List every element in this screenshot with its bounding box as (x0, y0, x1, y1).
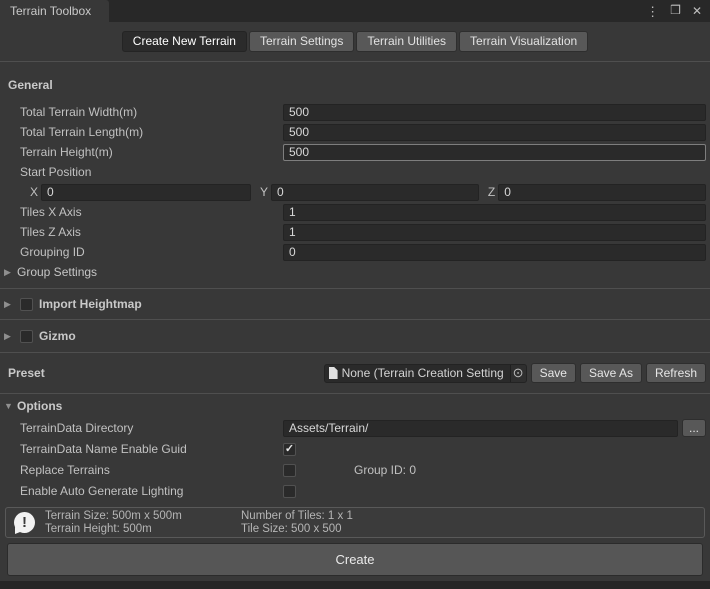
tiles-z-axis-input[interactable] (283, 224, 706, 241)
mode-toolbar: Create New Terrain Terrain Settings Terr… (0, 22, 710, 61)
import-heightmap-checkbox[interactable] (20, 298, 33, 311)
title-bar: Terrain Toolbox ⋮ ❒ ✕ (0, 0, 710, 22)
gizmo-section[interactable]: ▶ Gizmo (0, 320, 710, 352)
terraindata-directory-input[interactable] (283, 420, 678, 437)
terraindata-name-guid-label: TerrainData Name Enable Guid (20, 442, 283, 456)
group-settings-label: Group Settings (17, 265, 97, 279)
axis-y-label: Y (260, 185, 268, 199)
tile-size-text: Tile Size: 500 x 500 (241, 523, 353, 536)
terrain-info-col1: Terrain Size: 500m x 500m Terrain Height… (45, 510, 241, 536)
total-terrain-width-row: Total Terrain Width(m) (0, 102, 710, 122)
maximize-icon[interactable]: ❒ (670, 4, 681, 16)
chevron-right-icon: ▶ (4, 267, 17, 278)
axis-x-label: X (30, 185, 38, 199)
preset-row: Preset None (Terrain Creation Setting ⊙ … (0, 353, 710, 393)
tab-terrain-visualization[interactable]: Terrain Visualization (459, 31, 588, 52)
chevron-right-icon[interactable]: ▶ (4, 299, 17, 310)
tab-terrain-settings[interactable]: Terrain Settings (249, 31, 354, 52)
start-position-x-input[interactable] (41, 184, 251, 201)
replace-terrains-label: Replace Terrains (20, 463, 283, 477)
start-position-z-input[interactable] (498, 184, 706, 201)
replace-terrains-row: Replace Terrains Group ID: 0 (0, 460, 710, 480)
import-heightmap-section[interactable]: ▶ Import Heightmap (0, 289, 710, 319)
terraindata-name-guid-row: TerrainData Name Enable Guid ✓ (0, 439, 710, 459)
create-button[interactable]: Create (7, 543, 703, 576)
total-terrain-length-label: Total Terrain Length(m) (20, 125, 283, 139)
terrain-height-input[interactable] (283, 144, 706, 161)
terrain-info-col2: Number of Tiles: 1 x 1 Tile Size: 500 x … (241, 510, 353, 536)
terrain-height-label: Terrain Height(m) (20, 145, 283, 159)
replace-terrains-checkbox[interactable] (283, 464, 296, 477)
number-of-tiles-text: Number of Tiles: 1 x 1 (241, 510, 353, 523)
window-tab[interactable]: Terrain Toolbox (0, 0, 109, 22)
general-section-header: General (0, 62, 710, 102)
group-id-value-label: Group ID: 0 (354, 463, 416, 477)
chevron-right-icon[interactable]: ▶ (4, 331, 17, 342)
tiles-z-axis-label: Tiles Z Axis (20, 225, 283, 239)
preset-object-field[interactable]: None (Terrain Creation Setting ⊙ (324, 364, 527, 383)
total-terrain-length-row: Total Terrain Length(m) (0, 122, 710, 142)
auto-generate-lighting-row: Enable Auto Generate Lighting (0, 481, 710, 501)
options-label: Options (17, 399, 62, 413)
tiles-x-axis-row: Tiles X Axis (0, 202, 710, 222)
window-title: Terrain Toolbox (10, 4, 91, 18)
total-terrain-length-input[interactable] (283, 124, 706, 141)
tiles-z-axis-row: Tiles Z Axis (0, 222, 710, 242)
bottom-strip (0, 581, 710, 589)
start-position-axes-row: X Y Z (0, 182, 710, 202)
terrain-height-text: Terrain Height: 500m (45, 523, 241, 536)
start-position-label: Start Position (20, 165, 283, 179)
auto-generate-lighting-label: Enable Auto Generate Lighting (20, 484, 283, 498)
save-as-button[interactable]: Save As (580, 363, 642, 383)
terraindata-name-guid-checkbox[interactable]: ✓ (283, 443, 296, 456)
tab-terrain-utilities[interactable]: Terrain Utilities (356, 31, 457, 52)
browse-button[interactable]: ... (682, 419, 706, 437)
import-heightmap-label: Import Heightmap (39, 297, 142, 311)
start-position-row: Start Position (0, 162, 710, 182)
start-position-y-input[interactable] (271, 184, 479, 201)
terraindata-directory-label: TerrainData Directory (20, 421, 283, 435)
axis-z-label: Z (488, 185, 495, 199)
gizmo-label: Gizmo (39, 329, 76, 343)
preset-object-value: None (Terrain Creation Setting (342, 366, 510, 380)
grouping-id-input[interactable] (283, 244, 706, 261)
options-foldout[interactable]: ▼ Options (0, 394, 710, 418)
terraindata-directory-row: TerrainData Directory ... (0, 418, 710, 438)
terrain-size-text: Terrain Size: 500m x 500m (45, 510, 241, 523)
object-picker-icon[interactable]: ⊙ (510, 365, 526, 382)
tiles-x-axis-label: Tiles X Axis (20, 205, 283, 219)
preset-label: Preset (8, 366, 324, 380)
gizmo-checkbox[interactable] (20, 330, 33, 343)
terrain-info-box: ! Terrain Size: 500m x 500m Terrain Heig… (5, 507, 705, 538)
refresh-button[interactable]: Refresh (646, 363, 706, 383)
group-settings-foldout[interactable]: ▶ Group Settings (0, 262, 710, 282)
window-menu-icon[interactable]: ⋮ (646, 5, 659, 18)
total-terrain-width-input[interactable] (283, 104, 706, 121)
asset-file-icon (329, 367, 338, 379)
save-button[interactable]: Save (531, 363, 576, 383)
grouping-id-label: Grouping ID (20, 245, 283, 259)
tab-create-new-terrain[interactable]: Create New Terrain (122, 31, 247, 52)
total-terrain-width-label: Total Terrain Width(m) (20, 105, 283, 119)
close-icon[interactable]: ✕ (692, 5, 702, 17)
auto-generate-lighting-checkbox[interactable] (283, 485, 296, 498)
info-icon: ! (14, 512, 35, 533)
terrain-height-row: Terrain Height(m) (0, 142, 710, 162)
tiles-x-axis-input[interactable] (283, 204, 706, 221)
grouping-id-row: Grouping ID (0, 242, 710, 262)
window-controls: ⋮ ❒ ✕ (646, 0, 702, 22)
chevron-down-icon: ▼ (4, 401, 17, 411)
